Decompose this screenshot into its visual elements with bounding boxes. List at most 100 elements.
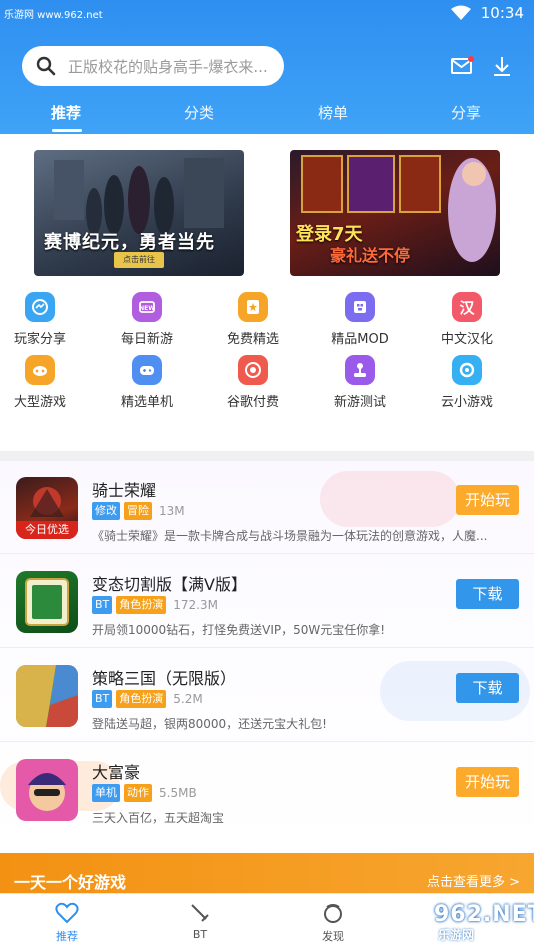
category-single-player[interactable]: 精选单机 [107,355,187,410]
promo-title: 一天一个好游戏 [14,873,127,892]
category-label: 大型游戏 [13,395,66,410]
game-tags: 修改 冒险 13M [92,502,185,520]
category-daily-new[interactable]: NEW 每日新游 [107,292,187,347]
banner-headline: 赛博纪元，勇者当先 [44,232,215,253]
section-divider [0,451,534,461]
rich-man-icon [28,773,66,811]
play-button[interactable]: 开始玩 [456,767,519,797]
nav-bt[interactable]: BT [170,902,230,941]
nav-label: 发现 [322,930,344,943]
list-item[interactable]: 大富豪 单机 动作 5.5MB 三天入百亿，五天超淘宝 开始玩 [0,743,534,836]
mail-icon[interactable] [450,54,474,78]
category-large-games[interactable]: 大型游戏 [0,355,80,410]
tag: 修改 [92,502,120,520]
planet-icon [324,904,342,923]
joystick-icon [345,355,375,385]
messenger-icon [25,292,55,322]
game-list: 今日优选 骑士荣耀 修改 冒险 13M 《骑士荣耀》是一款卡牌合成与战斗场景融为… [0,461,534,853]
category-label: 云小游戏 [440,395,493,410]
game-title: 策略三国（无限版） [92,669,237,688]
banner-login-gift[interactable]: 登录7天 豪礼送不停 [290,150,500,276]
play-button[interactable]: 开始玩 [456,485,519,515]
game-icon: 今日优选 [16,477,78,539]
search-bar[interactable]: 正版校花的贴身高手-爆衣来... [22,46,284,86]
category-label: 精品MOD [331,332,389,347]
category-free-picks[interactable]: 免费精选 [213,292,293,347]
category-label: 玩家分享 [13,332,66,347]
list-item[interactable]: 变态切割版【满V版】 BT 角色扮演 172.3M 开局领10000钻石，打怪免… [0,555,534,648]
category-beta-test[interactable]: 新游测试 [320,355,400,410]
nav-discover[interactable]: 发现 [303,902,363,944]
category-label: 谷歌付费 [226,395,279,410]
mahjong-tile-icon [25,578,69,626]
category-chinese[interactable]: 汉 中文汉化 [427,292,507,347]
svg-text:NEW: NEW [139,305,155,312]
watermark-number: 962.NET [434,902,534,927]
site-watermark: 乐游网 www.962.net [4,10,103,21]
nav-label: 推荐 [56,930,78,943]
chrome-icon [238,355,268,385]
cube-icon [345,292,375,322]
wifi-icon [450,5,471,20]
watermark-site: 乐游网 [438,928,475,942]
tab-category[interactable]: 分类 [184,102,214,123]
file-size: 5.5MB [159,786,197,800]
top-tabs: 推荐 分类 榜单 分享 [0,96,534,134]
search-placeholder: 正版校花的贴身高手-爆衣来... [68,57,268,76]
search-icon [36,56,56,76]
game-icon [16,571,78,633]
category-google-paid[interactable]: 谷歌付费 [213,355,293,410]
banner-cyber[interactable]: 赛博纪元，勇者当先 点击前往 [34,150,244,276]
game-bubble-icon [25,355,55,385]
download-button[interactable]: 下载 [456,673,519,703]
category-cloud-games[interactable]: 云小游戏 [427,355,507,410]
category-label: 新游测试 [333,395,386,410]
download-button[interactable]: 下载 [456,579,519,609]
ring-icon [452,355,482,385]
category-player-share[interactable]: 玩家分享 [0,292,80,347]
game-description: 开局领10000钻石，打怪免费送VIP，50W元宝任你拿! [92,623,386,637]
download-icon[interactable] [490,54,514,78]
category-label: 中文汉化 [440,332,493,347]
daily-game-banner[interactable]: 一天一个好游戏 点击查看更多 > [0,853,534,897]
tag: 角色扮演 [116,596,167,614]
game-icon [16,759,78,821]
category-label: 精选单机 [120,395,173,410]
clock: 10:34 [480,4,524,22]
nav-label: BT [192,928,208,941]
tab-ranking[interactable]: 榜单 [318,102,348,123]
category-mod[interactable]: 精品MOD [320,292,400,347]
gamepad-icon [132,355,162,385]
top-header: 乐游网 www.962.net 10:34 正版校花的贴身高手-爆衣来... 推… [0,0,534,134]
list-item[interactable]: 今日优选 骑士荣耀 修改 冒险 13M 《骑士荣耀》是一款卡牌合成与战斗场景融为… [0,461,534,554]
status-bar: 10:34 [450,4,524,22]
banner-subline: 豪礼送不停 [330,246,411,265]
new-badge-icon: NEW [132,292,162,322]
see-more-link[interactable]: 点击查看更多 > [427,871,520,890]
game-title: 变态切割版【满V版】 [92,575,247,594]
tab-recommend[interactable]: 推荐 [51,102,81,123]
sword-icon [191,904,209,922]
game-description: 登陆送马超，银两80000，还送元宝大礼包! [92,717,327,731]
map-icon [16,665,78,727]
banner-go-button[interactable]: 点击前往 [114,252,164,268]
han-icon: 汉 [452,292,482,322]
game-tags: 单机 动作 5.5MB [92,784,197,802]
category-label: 每日新游 [120,332,173,347]
star-card-icon [238,292,268,322]
file-size: 172.3M [173,598,218,612]
tag: BT [92,690,113,708]
file-size: 5.2M [173,692,203,706]
nav-recommend[interactable]: 推荐 [37,902,97,944]
tag: 单机 [92,784,120,802]
game-tags: BT 角色扮演 5.2M [92,690,203,708]
tab-share[interactable]: 分享 [451,102,481,123]
tag: 角色扮演 [116,690,167,708]
game-icon [16,665,78,727]
heart-icon [55,902,79,924]
list-item[interactable]: 策略三国（无限版） BT 角色扮演 5.2M 登陆送马超，银两80000，还送元… [0,649,534,742]
game-title: 大富豪 [92,763,141,782]
site-logo-watermark: 962.NET 乐游网 [404,898,534,944]
tag: 冒险 [124,502,152,520]
file-size: 13M [159,504,185,518]
